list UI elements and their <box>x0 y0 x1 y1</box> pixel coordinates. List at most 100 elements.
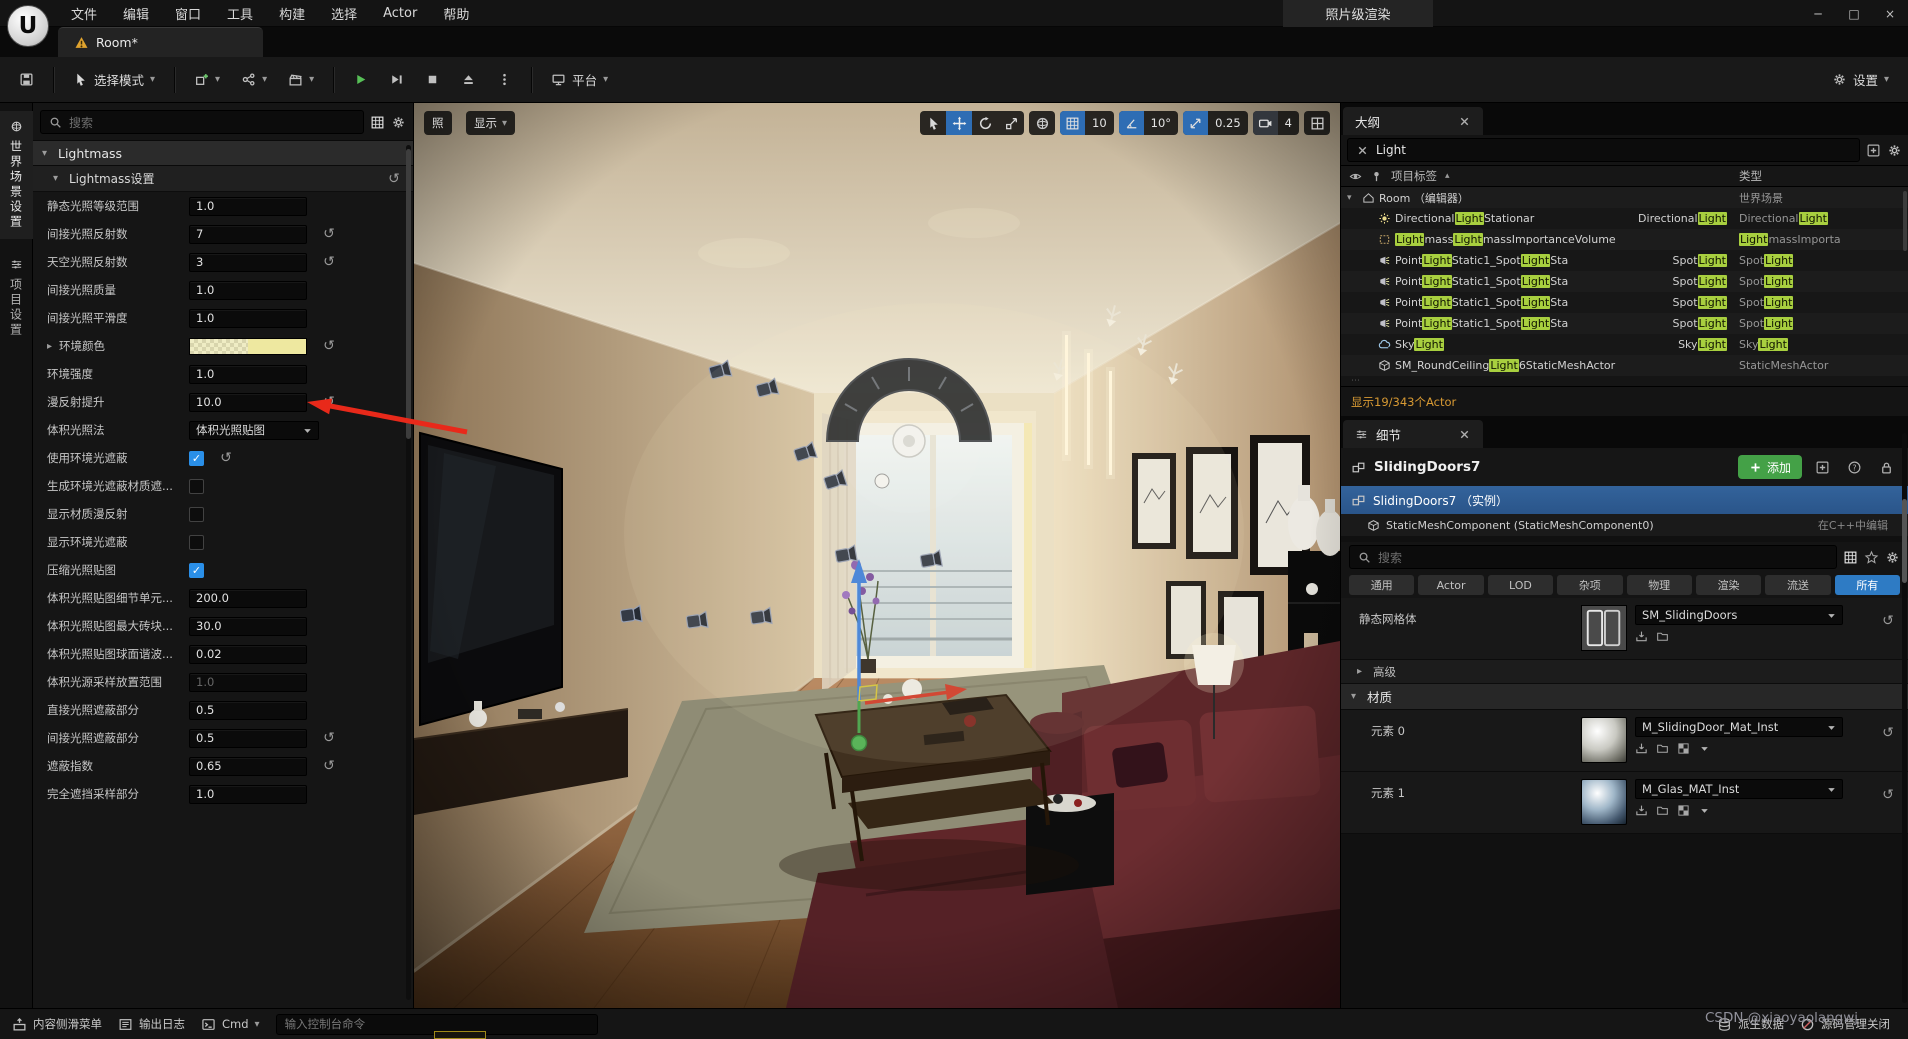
tab-outliner[interactable]: 大纲 <box>1343 107 1483 135</box>
filter-chip-杂项[interactable]: 杂项 <box>1557 575 1622 595</box>
quick-add-button[interactable]: ▾ <box>185 64 229 96</box>
menu-item[interactable]: 构建 <box>266 0 318 26</box>
component-row-selected[interactable]: SlidingDoors7 （实例） <box>1341 486 1908 514</box>
reset-to-default-icon[interactable]: ↺ <box>384 171 404 187</box>
outliner-settings-icon[interactable] <box>1887 143 1902 158</box>
details-settings-icon[interactable] <box>1885 550 1900 565</box>
lit-mode-button[interactable]: 照 <box>424 111 452 135</box>
close-button[interactable]: × <box>1872 0 1908 27</box>
number-input[interactable]: 1.0 <box>189 197 307 216</box>
menu-item[interactable]: 窗口 <box>162 0 214 26</box>
caret-down-icon[interactable] <box>1698 804 1711 817</box>
outliner-scrollbar-thumb[interactable] <box>1903 191 1907 251</box>
stop-button[interactable] <box>416 64 449 96</box>
outliner-row[interactable]: PointLightStatic1_SpotLightStaSpotLightS… <box>1341 250 1908 271</box>
outliner-row[interactable]: PointLightStatic1_SpotLightStaSpotLightS… <box>1341 292 1908 313</box>
number-input[interactable]: 1.0 <box>189 785 307 804</box>
settings-dropdown[interactable]: 设置 ▾ <box>1823 64 1898 96</box>
content-drawer-button[interactable]: 内容侧滑菜单 <box>12 1016 102 1032</box>
close-icon[interactable] <box>1458 428 1471 441</box>
help-button[interactable]: ? <box>1842 455 1866 479</box>
minimize-button[interactable]: ─ <box>1800 0 1836 27</box>
browse-icon[interactable] <box>1635 742 1648 755</box>
tab-room-level[interactable]: Room* <box>58 27 263 57</box>
save-button[interactable] <box>10 64 43 96</box>
favorites-star-icon[interactable] <box>1864 550 1879 565</box>
dropdown-select[interactable]: 体积光照贴图 <box>189 421 319 440</box>
expander-icon[interactable]: ▸ <box>47 341 57 352</box>
reset-to-default-icon[interactable]: ↺ <box>319 394 339 410</box>
checkbox[interactable]: ✓ <box>189 451 204 466</box>
number-input[interactable]: 30.0 <box>189 617 307 636</box>
world-settings-search-input[interactable]: 搜索 <box>40 110 364 134</box>
move-tool-button[interactable] <box>946 111 972 135</box>
scale-snap-control[interactable]: 0.25 <box>1183 111 1248 135</box>
color-swatch[interactable] <box>189 338 307 355</box>
scrollbar-thumb[interactable] <box>406 149 411 439</box>
section-lightmass-settings[interactable]: ▾ Lightmass设置 ↺ <box>33 166 413 192</box>
outliner-row[interactable]: PointLightStatic1_SpotLightStaSpotLightS… <box>1341 313 1908 334</box>
cinematics-button[interactable]: ▾ <box>279 64 323 96</box>
filter-chip-渲染[interactable]: 渲染 <box>1696 575 1761 595</box>
browse-icon[interactable] <box>1635 804 1648 817</box>
details-search-input[interactable]: 搜索 <box>1349 545 1837 569</box>
clear-search-icon[interactable] <box>1356 144 1369 157</box>
menu-item[interactable]: Actor <box>370 0 430 26</box>
number-input[interactable]: 200.0 <box>189 589 307 608</box>
component-row[interactable]: StaticMeshComponent (StaticMeshComponent… <box>1341 514 1908 536</box>
number-input[interactable]: 7 <box>189 225 307 244</box>
console-dropdown[interactable]: Cmd ▾ <box>201 1017 260 1032</box>
asset-dropdown[interactable]: M_SlidingDoor_Mat_Inst <box>1635 717 1843 737</box>
close-icon[interactable] <box>1458 115 1471 128</box>
output-log-button[interactable]: 输出日志 <box>118 1016 185 1032</box>
outliner-row[interactable]: SkyLightSkyLightSkyLight <box>1341 334 1908 355</box>
edit-blueprint-button[interactable] <box>1810 455 1834 479</box>
reset-to-default-icon[interactable]: ↺ <box>216 450 236 466</box>
grid-snap-value[interactable]: 10 <box>1085 116 1114 130</box>
camera-speed-control[interactable]: 4 <box>1253 111 1299 135</box>
texture-icon[interactable] <box>1677 742 1690 755</box>
filter-chip-通用[interactable]: 通用 <box>1349 575 1414 595</box>
photoreal-render-button[interactable]: 照片级渲染 <box>1283 0 1433 27</box>
column-item-label[interactable]: 项目标签 <box>1391 168 1437 184</box>
select-tool-button[interactable] <box>920 111 946 135</box>
angle-snap-value[interactable]: 10° <box>1144 116 1178 130</box>
menu-item[interactable]: 选择 <box>318 0 370 26</box>
outliner-row[interactable]: PointLightStatic1_SpotLightStaSpotLightS… <box>1341 271 1908 292</box>
checkbox[interactable] <box>189 479 204 494</box>
texture-icon[interactable] <box>1677 804 1690 817</box>
number-input[interactable]: 3 <box>189 253 307 272</box>
frame-skip-button[interactable] <box>380 64 413 96</box>
filter-chip-Actor[interactable]: Actor <box>1418 575 1483 595</box>
scale-tool-button[interactable] <box>998 111 1024 135</box>
play-options-button[interactable] <box>488 64 521 96</box>
number-input[interactable]: 0.02 <box>189 645 307 664</box>
grid-snap-control[interactable]: 10 <box>1060 111 1114 135</box>
outliner-row[interactable]: SM_RoundCeilingLight6StaticMeshActorStat… <box>1341 355 1908 376</box>
filter-chip-所有[interactable]: 所有 <box>1835 575 1900 595</box>
eject-button[interactable] <box>452 64 485 96</box>
scale-snap-value[interactable]: 0.25 <box>1208 116 1248 130</box>
panel-settings-gear-icon[interactable] <box>391 115 406 130</box>
folder-icon[interactable] <box>1656 742 1669 755</box>
filter-chip-LOD[interactable]: LOD <box>1488 575 1553 595</box>
asset-dropdown[interactable]: M_Glas_MAT_Inst <box>1635 779 1843 799</box>
column-type[interactable]: 类型 <box>1739 168 1762 184</box>
folder-icon[interactable] <box>1656 630 1669 643</box>
reset-to-default-icon[interactable]: ↺ <box>1878 613 1898 629</box>
filter-chip-流送[interactable]: 流送 <box>1765 575 1830 595</box>
viewport-3d[interactable]: 照 显示▾ 10 10° 0.25 4 <box>414 103 1340 1008</box>
number-input[interactable]: 1.0 <box>189 309 307 328</box>
platform-dropdown[interactable]: 平台 ▾ <box>542 64 617 96</box>
number-input[interactable]: 10.0 <box>189 393 307 412</box>
browse-icon[interactable] <box>1635 630 1648 643</box>
pin-icon[interactable] <box>1370 170 1383 183</box>
tab-details[interactable]: 细节 <box>1343 420 1483 448</box>
reset-to-default-icon[interactable]: ↺ <box>319 730 339 746</box>
number-input[interactable]: 1.0 <box>189 365 307 384</box>
checkbox[interactable] <box>189 535 204 550</box>
filter-chip-物理[interactable]: 物理 <box>1627 575 1692 595</box>
outliner-search-input[interactable]: Light <box>1347 138 1860 162</box>
menu-item[interactable]: 帮助 <box>430 0 482 26</box>
number-input[interactable]: 1.0 <box>189 281 307 300</box>
